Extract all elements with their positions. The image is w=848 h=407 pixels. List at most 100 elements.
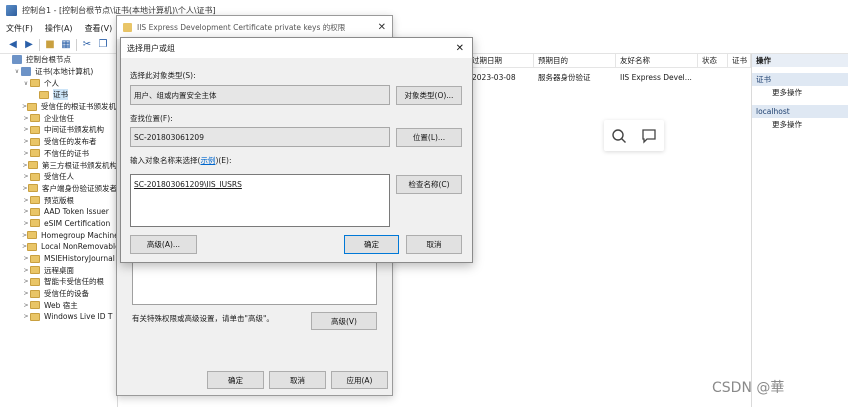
tree-item[interactable]: > Web 宿主 bbox=[0, 299, 117, 311]
chevron-right-icon[interactable]: > bbox=[22, 173, 30, 180]
col-intended-purpose[interactable]: 预期目的 bbox=[534, 53, 616, 68]
col-certificate[interactable]: 证书 bbox=[728, 53, 751, 68]
tree-item-label: 受信任人 bbox=[44, 172, 74, 182]
chevron-right-icon[interactable]: > bbox=[22, 150, 30, 157]
chevron-right-icon[interactable]: > bbox=[22, 220, 30, 227]
tree-item[interactable]: ∨ 个人 bbox=[0, 77, 117, 89]
advanced-hint: 有关特殊权限或高级设置，请单击"高级"。 bbox=[132, 314, 274, 323]
list-header: 过期日期 预期目的 友好名称 状态 证书 bbox=[468, 53, 751, 68]
tree-item[interactable]: 控制台根节点 bbox=[0, 54, 117, 66]
select-users-dialog: 选择用户或组 ✕ 选择此对象类型(S): 用户、组或内置安全主体 对象类型(O)… bbox=[120, 37, 473, 263]
examples-link[interactable]: 示例 bbox=[200, 156, 215, 165]
chevron-right-icon[interactable]: > bbox=[22, 197, 30, 204]
chevron-right-icon[interactable]: > bbox=[22, 313, 30, 320]
ok-button[interactable]: 确定 bbox=[344, 235, 399, 254]
advanced-button[interactable]: 高级(A)... bbox=[130, 235, 197, 254]
tree-item[interactable]: > MSIEHistoryJournal bbox=[0, 253, 117, 265]
tree-item[interactable]: > 受信任的发布者 bbox=[0, 136, 117, 148]
tree-item-label: Homegroup Machine bbox=[41, 230, 118, 240]
chevron-right-icon[interactable]: > bbox=[22, 255, 30, 262]
tree-item[interactable]: ∨ 证书(本地计算机) bbox=[0, 66, 117, 78]
forward-arrow-icon[interactable]: ▶ bbox=[23, 39, 35, 51]
location-field: SC-201803061209 bbox=[130, 127, 390, 147]
folder-icon bbox=[30, 266, 40, 275]
folder-icon bbox=[30, 137, 40, 146]
tree-item-label: 不信任的证书 bbox=[44, 148, 89, 158]
actions-group-localhost[interactable]: localhost bbox=[752, 105, 848, 118]
more-actions-link[interactable]: 更多操作 bbox=[752, 118, 848, 131]
close-icon[interactable]: ✕ bbox=[378, 22, 386, 33]
col-status[interactable]: 状态 bbox=[698, 53, 728, 68]
tree-item[interactable]: > 预览版根 bbox=[0, 194, 117, 206]
more-actions-link[interactable]: 更多操作 bbox=[752, 86, 848, 99]
tree-item-label: 第三方根证书颁发机构 bbox=[42, 160, 117, 170]
tree-item[interactable]: > 受信任的根证书颁发机构 bbox=[0, 101, 117, 113]
permissions-dialog-titlebar: IIS Express Development Certificate priv… bbox=[117, 16, 392, 39]
tree-item-label: Windows Live ID T bbox=[44, 312, 113, 322]
col-expiration[interactable]: 过期日期 bbox=[468, 53, 534, 68]
chevron-right-icon[interactable]: > bbox=[22, 278, 30, 285]
permissions-listbox[interactable] bbox=[132, 256, 377, 305]
folder-icon bbox=[30, 207, 40, 216]
folder-icon bbox=[30, 312, 40, 321]
menu-action[interactable]: 操作(A) bbox=[39, 23, 79, 34]
folder-icon bbox=[30, 289, 40, 298]
chevron-right-icon[interactable]: > bbox=[22, 267, 30, 274]
copy-icon[interactable]: ❐ bbox=[97, 39, 109, 51]
table-row[interactable]: 2023-03-08 服务器身份验证 IIS Express Devel... bbox=[468, 71, 751, 83]
actions-group-certificates[interactable]: 证书 bbox=[752, 73, 848, 86]
tree-item[interactable]: > Homegroup Machine bbox=[0, 229, 117, 241]
tree-item[interactable]: > 智能卡受信任的根 bbox=[0, 276, 117, 288]
chevron-right-icon[interactable]: > bbox=[22, 138, 30, 145]
object-types-button[interactable]: 对象类型(O)... bbox=[396, 86, 462, 105]
tree-item[interactable]: > AAD Token Issuer bbox=[0, 206, 117, 218]
back-arrow-icon[interactable]: ◀ bbox=[7, 39, 19, 51]
tree-item[interactable]: > 客户端身份验证颁发者 bbox=[0, 183, 117, 195]
menu-file[interactable]: 文件(F) bbox=[0, 23, 39, 34]
locations-button[interactable]: 位置(L)... bbox=[396, 128, 462, 147]
up-folder-icon[interactable]: ■ bbox=[44, 39, 56, 51]
floating-toolbar bbox=[604, 120, 664, 151]
chevron-right-icon[interactable]: > bbox=[22, 208, 30, 215]
chevron-right-icon[interactable]: > bbox=[22, 302, 30, 309]
tree-item-label: 智能卡受信任的根 bbox=[44, 277, 104, 287]
chevron-right-icon[interactable]: > bbox=[22, 290, 30, 297]
folder-icon bbox=[27, 242, 38, 251]
comment-icon[interactable] bbox=[641, 128, 657, 144]
chevron-right-icon[interactable]: > bbox=[22, 126, 30, 133]
check-names-button[interactable]: 检查名称(C) bbox=[396, 175, 462, 194]
tree-item[interactable]: > eSIM Certification bbox=[0, 218, 117, 230]
object-type-field: 用户、组或内置安全主体 bbox=[130, 85, 390, 105]
tree-item[interactable]: > 第三方根证书颁发机构 bbox=[0, 159, 117, 171]
tree-item[interactable]: > 企业信任 bbox=[0, 112, 117, 124]
tree-item-label: AAD Token Issuer bbox=[44, 207, 109, 217]
tree-item[interactable]: > 不信任的证书 bbox=[0, 148, 117, 160]
apply-button[interactable]: 应用(A) bbox=[331, 371, 388, 389]
close-icon[interactable]: ✕ bbox=[456, 43, 464, 54]
actions-pane: 操作 证书 更多操作 localhost 更多操作 bbox=[751, 54, 848, 407]
show-tree-icon[interactable]: ▦ bbox=[60, 39, 72, 51]
tree-item[interactable]: > 受信任的设备 bbox=[0, 288, 117, 300]
object-names-input[interactable]: SC-201803061209\IIS_IUSRS bbox=[130, 174, 390, 227]
ok-button[interactable]: 确定 bbox=[207, 371, 264, 389]
cancel-button[interactable]: 取消 bbox=[406, 235, 462, 254]
menu-view[interactable]: 查看(V) bbox=[79, 23, 119, 34]
col-friendly-name[interactable]: 友好名称 bbox=[616, 53, 698, 68]
tree-item[interactable]: > 受信任人 bbox=[0, 171, 117, 183]
advanced-button[interactable]: 高级(V) bbox=[311, 312, 377, 330]
tree-item[interactable]: > 中间证书颁发机构 bbox=[0, 124, 117, 136]
cancel-button[interactable]: 取消 bbox=[269, 371, 326, 389]
folder-icon bbox=[30, 172, 40, 181]
chevron-right-icon[interactable]: > bbox=[22, 115, 30, 122]
watermark: CSDN @華 bbox=[712, 380, 785, 396]
chevron-down-icon[interactable]: ∨ bbox=[13, 68, 21, 75]
search-icon[interactable] bbox=[611, 128, 627, 144]
cut-icon[interactable]: ✂ bbox=[81, 39, 93, 51]
chevron-down-icon[interactable]: ∨ bbox=[22, 80, 30, 87]
folder-icon bbox=[30, 277, 40, 286]
tree-item-label: MSIEHistoryJournal bbox=[44, 254, 115, 264]
tree-item[interactable]: > 远程桌面 bbox=[0, 264, 117, 276]
tree-item[interactable]: > Local NonRemovable bbox=[0, 241, 117, 253]
tree-item[interactable]: 证书 bbox=[0, 89, 117, 101]
tree-item[interactable]: > Windows Live ID T bbox=[0, 311, 117, 323]
